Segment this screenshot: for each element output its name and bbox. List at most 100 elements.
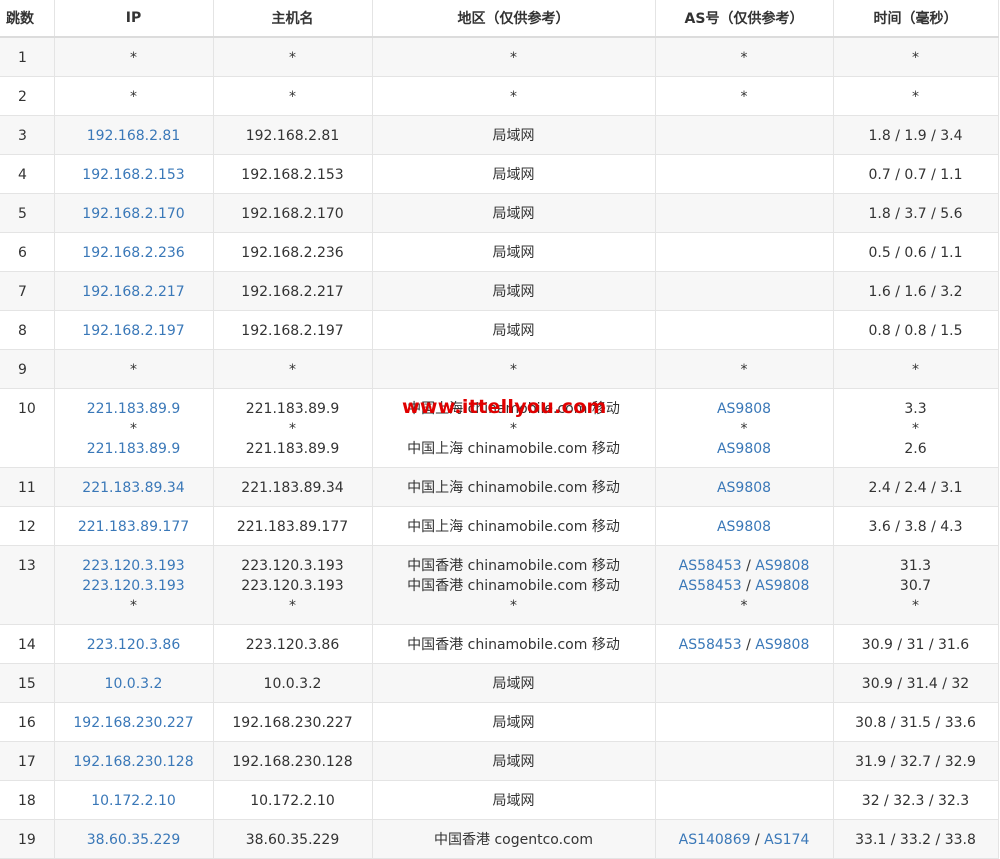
ip-link[interactable]: 10.172.2.10 [55,791,213,811]
region-cell: 局域网 [372,780,656,820]
region-cell: 局域网 [372,193,656,233]
as-cell [655,310,834,350]
as-cell [655,780,834,820]
ip-link[interactable]: 221.183.89.9 [55,439,213,459]
ip-link[interactable]: 192.168.230.227 [55,713,213,733]
hostname-value: * [289,598,296,614]
as-link[interactable]: AS9808 [717,441,771,457]
as-line: AS9808 [656,517,833,537]
as-link[interactable]: AS58453 [679,637,742,653]
time-cell: 2.4 / 2.4 / 3.1 [833,467,999,507]
hostname-cell: * [213,349,373,389]
as-value: * [740,598,748,614]
region-value: 中国香港 cogentco.com [434,832,593,848]
as-link[interactable]: AS9808 [717,480,771,496]
region-value: 局域网 [492,715,535,731]
hostname-value: 221.183.89.9 [245,401,340,417]
time-value: 31.9 / 32.7 / 32.9 [855,754,976,770]
ip-cell: 192.168.2.170 [54,193,214,233]
ip-cell: 192.168.2.81 [54,115,214,155]
time-value: 2.4 / 2.4 / 3.1 [868,480,963,496]
hostname-cell: 192.168.2.236 [213,232,373,272]
as-line: AS58453 / AS9808 [656,556,833,576]
ip-link[interactable]: 223.120.3.193 [55,556,213,576]
as-line: * [656,48,833,68]
region-value: 局域网 [492,676,535,692]
time-value: * [912,89,919,105]
ip-link[interactable]: 223.120.3.86 [55,635,213,655]
region-value: 局域网 [492,284,535,300]
ip-link[interactable]: 38.60.35.229 [55,830,213,850]
ip-link[interactable]: 223.120.3.193 [55,576,213,596]
region-cell: 局域网 [372,115,656,155]
region-value: 局域网 [492,206,535,222]
table-row: 3 192.168.2.81 192.168.2.81 局域网 1.8 / 1.9 / … [0,115,999,155]
time-cell: 0.5 / 0.6 / 1.1 [833,232,999,272]
time-value: 3.3 [904,401,927,417]
region-cell: * [372,76,656,116]
as-link[interactable]: AS9808 [717,401,771,417]
as-link[interactable]: AS9808 [755,578,809,594]
col-header-hop: 跳数 [0,0,55,38]
ip-link[interactable]: 221.183.89.9 [55,399,213,419]
time-value: 30.7 [899,578,932,594]
ip-link[interactable]: 192.168.2.197 [55,321,213,341]
hop-cell: 4 [0,154,55,194]
as-link[interactable]: AS58453 [679,578,742,594]
hop-cell: 10 [0,388,55,468]
as-link[interactable]: AS9808 [755,558,809,574]
region-cell: 中国上海 chinamobile.com 移动 [372,506,656,546]
ip-link[interactable]: 192.168.2.81 [55,126,213,146]
time-cell: 33.1 / 33.2 / 33.8 [833,819,999,859]
region-cell: 局域网 [372,271,656,311]
as-value: * [740,362,748,378]
as-link[interactable]: AS58453 [679,558,742,574]
table-row: 18 10.172.2.10 10.172.2.10 局域网 32 / 32.3 / 3… [0,780,999,820]
ip-link[interactable]: 192.168.2.153 [55,165,213,185]
as-link[interactable]: AS140869 [679,832,751,848]
time-cell: 3.3 * 2.6 [833,388,999,468]
as-cell [655,232,834,272]
hostname-value: 192.168.2.217 [241,284,344,300]
time-value: 0.7 / 0.7 / 1.1 [868,167,963,183]
ip-link[interactable]: 221.183.89.34 [55,478,213,498]
region-value: 中国香港 chinamobile.com 移动 [407,578,620,594]
as-link[interactable]: AS174 [764,832,809,848]
as-line: * [656,596,833,616]
table-row: 8 192.168.2.197 192.168.2.197 局域网 0.8 / 0.8 … [0,310,999,350]
hop-cell: 16 [0,702,55,742]
ip-link[interactable]: 221.183.89.177 [55,517,213,537]
time-cell: 30.9 / 31 / 31.6 [833,624,999,664]
time-cell: 30.8 / 31.5 / 33.6 [833,702,999,742]
time-value: 30.8 / 31.5 / 33.6 [855,715,976,731]
hop-cell: 19 [0,819,55,859]
time-cell: 32 / 32.3 / 32.3 [833,780,999,820]
region-cell: * [372,349,656,389]
region-cell: 局域网 [372,232,656,272]
ip-cell: 221.183.89.177 [54,506,214,546]
time-value: * [912,598,919,614]
ip-link[interactable]: 192.168.2.217 [55,282,213,302]
hostname-cell: * [213,76,373,116]
region-cell: 局域网 [372,663,656,703]
region-cell: 中国香港 chinamobile.com 移动 [372,624,656,664]
hostname-value: * [289,421,296,437]
ip-cell: 10.172.2.10 [54,780,214,820]
as-link[interactable]: AS9808 [755,637,809,653]
ip-link[interactable]: 192.168.2.170 [55,204,213,224]
as-link[interactable]: AS9808 [717,519,771,535]
ip-link[interactable]: 10.0.3.2 [55,674,213,694]
time-value: 1.8 / 1.9 / 3.4 [868,128,963,144]
as-cell [655,702,834,742]
ip-link[interactable]: 192.168.230.128 [55,752,213,772]
region-value: 中国上海 chinamobile.com 移动 [407,480,620,496]
as-line: AS140869 / AS174 [656,830,833,850]
as-cell: AS58453 / AS9808 [655,624,834,664]
hostname-value: 223.120.3.193 [241,558,344,574]
hop-cell: 12 [0,506,55,546]
table-row: 2 * * * * * [0,76,999,116]
ip-link[interactable]: 192.168.2.236 [55,243,213,263]
ip-value: * [130,598,137,614]
time-value: 2.6 [904,441,927,457]
time-cell: * [833,349,999,389]
